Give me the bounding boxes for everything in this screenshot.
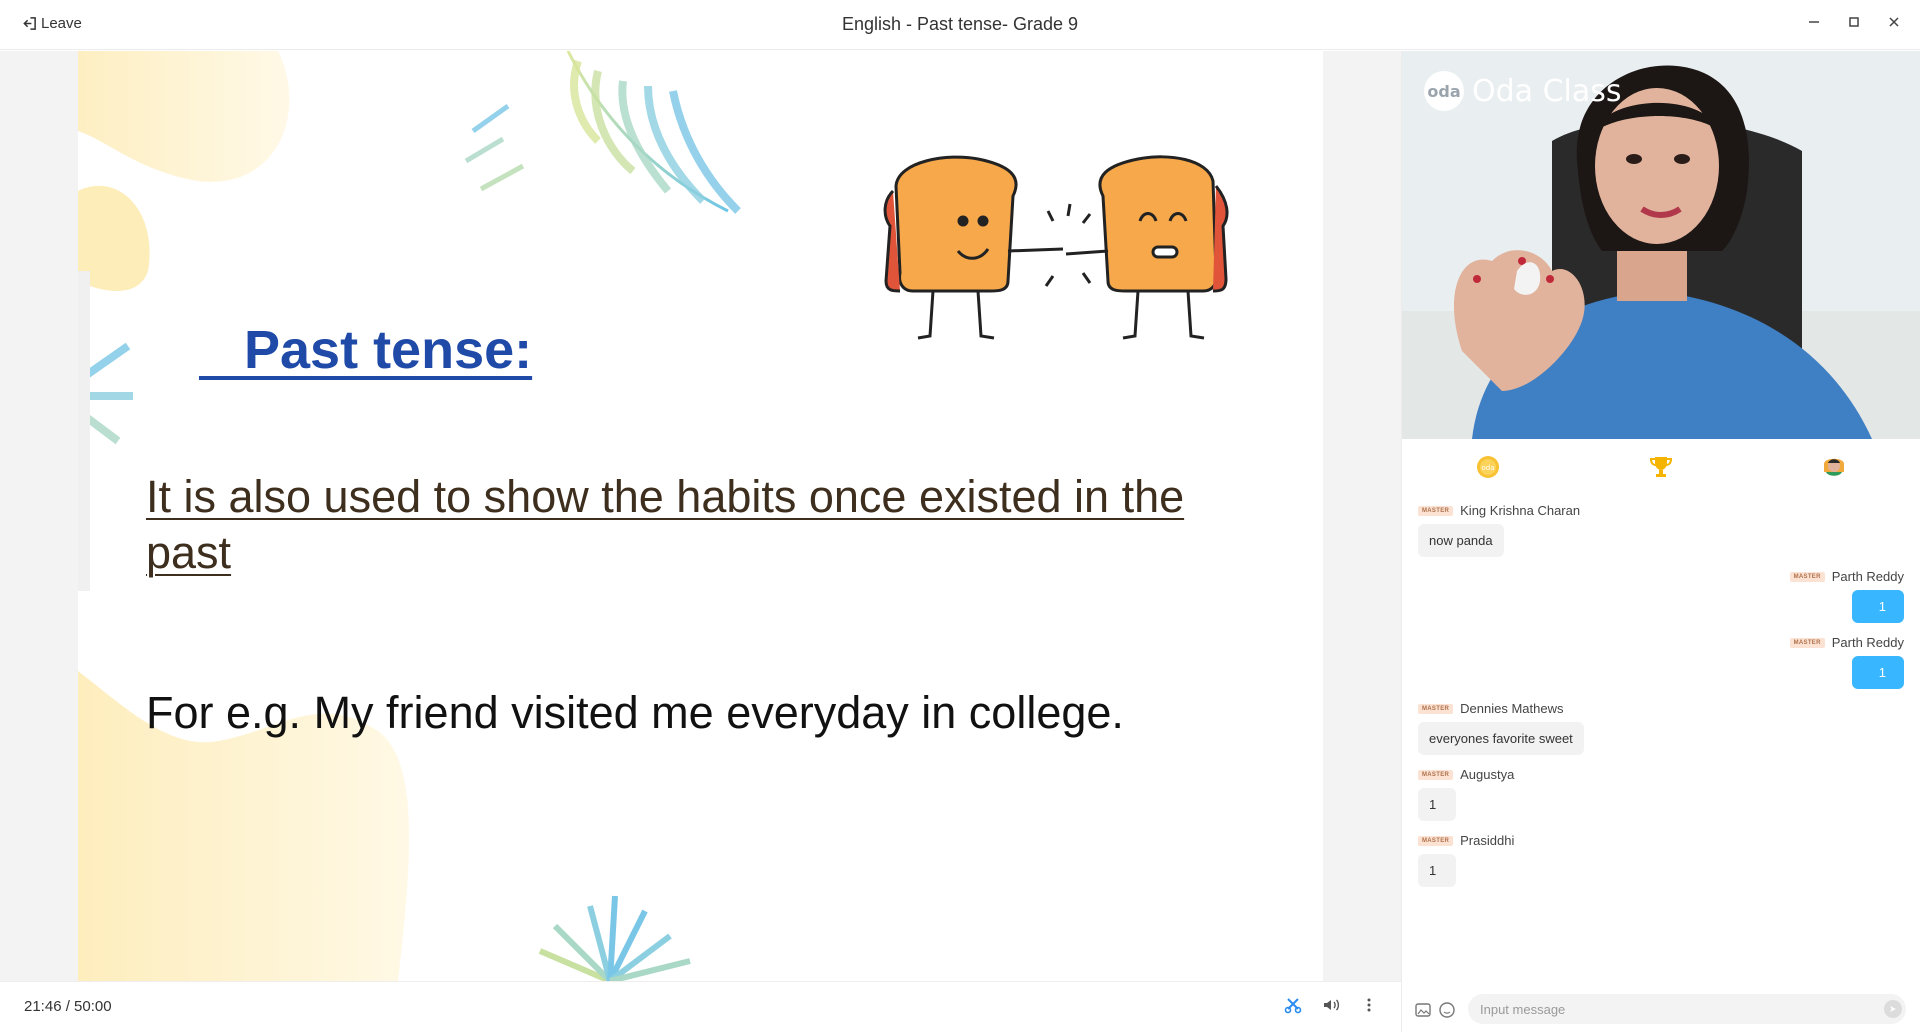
emoji-icon[interactable] xyxy=(1438,1001,1456,1019)
slide-stage: Past tense: It is also used to show the … xyxy=(0,51,1401,981)
sender-name: Augustya xyxy=(1460,767,1515,782)
message-bubble: 1 xyxy=(1418,788,1456,821)
maximize-button[interactable] xyxy=(1846,14,1862,30)
sender-name: Parth Reddy xyxy=(1831,569,1904,584)
tab-leaderboard[interactable] xyxy=(1575,439,1748,495)
close-button[interactable] xyxy=(1886,14,1902,30)
slide-example-text: For e.g. My friend visited me everyday i… xyxy=(146,687,1124,738)
role-badge: MASTER xyxy=(1789,637,1825,648)
window-title: English - Past tense- Grade 9 xyxy=(841,14,1079,34)
role-badge: MASTER xyxy=(1418,505,1454,516)
bottom-bar: 21:46 / 50:00 xyxy=(0,981,1401,1032)
send-button[interactable] xyxy=(1884,1000,1902,1018)
svg-text:oda: oda xyxy=(1482,464,1495,472)
message-bubble: 1 xyxy=(1418,854,1456,887)
message-bubble: 1 xyxy=(1852,590,1904,623)
role-badge: MASTER xyxy=(1418,703,1454,714)
slide-body-text: It is also used to show the habits once … xyxy=(146,471,1185,578)
tab-students[interactable] xyxy=(1747,439,1920,495)
trophy-icon xyxy=(1649,457,1673,477)
image-icon[interactable] xyxy=(1414,1001,1432,1019)
minimize-icon xyxy=(1809,21,1819,23)
class-timer: 21:46 / 50:00 xyxy=(24,998,112,1015)
sender-name: Dennies Mathews xyxy=(1460,701,1564,716)
chat-message: MASTER Parth Reddy 1 xyxy=(1789,569,1904,623)
role-badge: MASTER xyxy=(1789,571,1825,582)
more-vertical-icon xyxy=(1367,998,1371,1012)
leave-label: Leave xyxy=(41,15,82,32)
sender-name: Prasiddhi xyxy=(1460,833,1515,848)
chat-message: MASTER Augustya 1 xyxy=(1418,767,1514,821)
message-bubble: now panda xyxy=(1418,524,1504,557)
slide-heading: Past tense: xyxy=(199,320,533,380)
role-badge: MASTER xyxy=(1418,835,1454,846)
chat-message: MASTER Dennies Mathews everyones favorite… xyxy=(1418,701,1584,755)
brush-tool-button[interactable] xyxy=(1283,995,1303,1015)
chat-input-bar xyxy=(1402,987,1920,1032)
close-icon xyxy=(1889,17,1899,27)
send-icon xyxy=(1890,1006,1896,1012)
exit-icon xyxy=(23,17,36,30)
panel-tabs: oda xyxy=(1402,439,1920,495)
slide: Past tense: It is also used to show the … xyxy=(78,51,1323,981)
chat-message: MASTER Parth Reddy 1 xyxy=(1789,635,1904,689)
volume-button[interactable] xyxy=(1321,995,1341,1015)
chat-message: MASTER Prasiddhi 1 xyxy=(1418,833,1514,887)
maximize-icon xyxy=(1849,17,1859,27)
right-panel: oda Oda Class oda MASTER King Krishna Cha… xyxy=(1401,51,1920,1032)
sender-name: Parth Reddy xyxy=(1831,635,1904,650)
message-bubble: 1 xyxy=(1852,656,1904,689)
title-bar: Leave English - Past tense- Grade 9 xyxy=(0,0,1920,50)
chat-messages: MASTER King Krishna Charan now panda MAST… xyxy=(1402,503,1920,973)
brand-name: Oda Class xyxy=(1472,73,1622,109)
message-input[interactable] xyxy=(1468,994,1906,1024)
toast-illustration xyxy=(883,155,1229,340)
tab-coins[interactable]: oda xyxy=(1402,439,1575,495)
brand-overlay: oda Oda Class xyxy=(1424,71,1622,111)
medal-avatar-icon xyxy=(1823,458,1844,476)
message-bubble: everyones favorite sweet xyxy=(1418,722,1584,755)
sender-name: King Krishna Charan xyxy=(1460,503,1581,518)
brush-icon xyxy=(1284,998,1302,1014)
more-options-button[interactable] xyxy=(1359,995,1379,1015)
oda-logo: oda xyxy=(1424,71,1464,111)
coin-icon: oda xyxy=(1477,456,1500,478)
minimize-button[interactable] xyxy=(1806,14,1822,30)
chat-message: MASTER King Krishna Charan now panda xyxy=(1418,503,1580,557)
speaker-icon xyxy=(1324,999,1340,1011)
leave-button[interactable]: Leave xyxy=(22,15,82,32)
teacher-video: oda Oda Class xyxy=(1402,51,1920,439)
role-badge: MASTER xyxy=(1418,769,1454,780)
